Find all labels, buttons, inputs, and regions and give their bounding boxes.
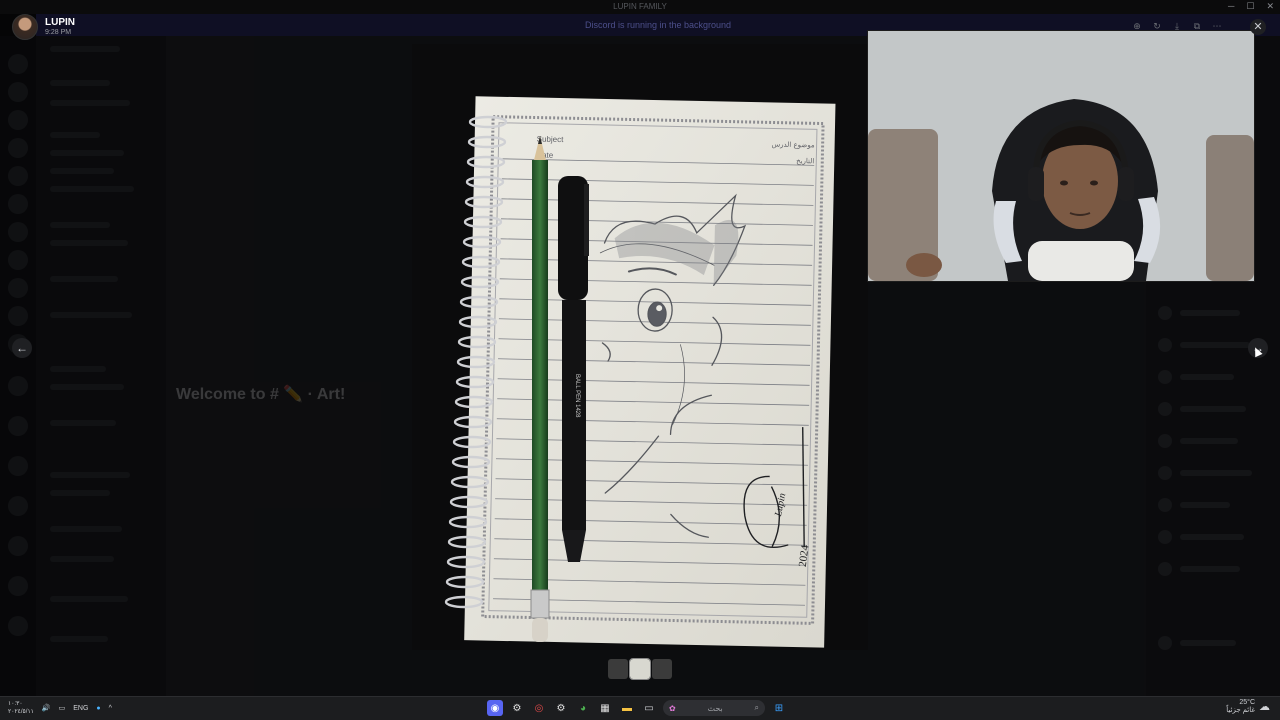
file-explorer-icon[interactable]: ▬ <box>619 700 635 716</box>
search-art-icon: ✿ <box>669 703 676 713</box>
weather-widget[interactable]: 25°C غائم جزئياً ☁ <box>1226 699 1270 714</box>
channel-list <box>36 36 166 696</box>
search-placeholder: بحث <box>707 703 723 713</box>
thumbnail-strip <box>608 658 672 680</box>
microphone-icon[interactable]: ● <box>96 705 100 712</box>
server-rail <box>0 36 36 696</box>
screen: Welcome to # ✏️ · Art! LUPIN FAMILY ─ ☐ … <box>0 0 1280 720</box>
pencil <box>530 136 550 642</box>
weather-desc: غائم جزئياً <box>1226 707 1255 714</box>
notice-text: Discord is running in the background <box>584 20 732 30</box>
webcam-overlay <box>867 30 1255 282</box>
close-viewer-button[interactable]: ✕ <box>1250 19 1266 35</box>
rotate-icon[interactable]: ↻ <box>1152 20 1162 32</box>
taskbar: ١٠:٣٠ ٢٠٢٤/٥/١١ 🔊 ▭ ENG ● ^ ◉ ⚙ ◎ ⚙ ◕ ▦ … <box>0 696 1280 720</box>
clock-time: ١٠:٣٠ <box>8 701 23 707</box>
pen-text: BALL PEN 1428 <box>574 374 580 418</box>
window-titlebar: LUPIN FAMILY ─ ☐ ✕ <box>0 0 1280 14</box>
search-icon: ⌕ <box>754 703 759 712</box>
minimize-icon[interactable]: ─ <box>1228 1 1234 12</box>
weather-icon: ☁ <box>1259 701 1270 713</box>
uploader-info: LUPIN 9:28 PM <box>12 14 75 40</box>
window-taskbar-icon[interactable]: ▭ <box>641 700 657 716</box>
avatar[interactable] <box>12 14 38 40</box>
discord-taskbar-icon[interactable]: ◉ <box>487 700 503 716</box>
webcam-feed <box>868 31 1254 281</box>
language-indicator[interactable]: ENG <box>73 705 88 712</box>
thumbnail[interactable] <box>652 659 672 679</box>
notebook-date-ar: التاريخ <box>796 157 814 165</box>
attachment-image[interactable]: Subject Date موضوع الدرس التاريخ <box>412 44 868 650</box>
volume-icon[interactable]: 🔊 <box>42 704 51 712</box>
welcome-heading: Welcome to # ✏️ · Art! <box>176 386 346 403</box>
app-taskbar-icon[interactable]: ◎ <box>531 700 547 716</box>
black-pen: BALL PEN 1428 <box>558 176 589 562</box>
viewer-toolbar: ⊕ ↻ ⤓ ⧉ ⋯ <box>1132 20 1222 32</box>
system-clock[interactable]: ١٠:٣٠ ٢٠٢٤/٥/١١ <box>8 700 34 716</box>
notebook-sketch-photo: Subject Date موضوع الدرس التاريخ <box>444 96 836 648</box>
steam-taskbar-icon[interactable]: ⚙ <box>553 700 569 716</box>
chrome-taskbar-icon[interactable]: ◕ <box>575 700 591 716</box>
weather-temp: 25°C <box>1239 699 1255 706</box>
maximize-icon[interactable]: ☐ <box>1246 1 1254 12</box>
open-external-icon[interactable]: ⧉ <box>1192 20 1202 32</box>
network-icon[interactable]: ▭ <box>59 704 66 712</box>
upload-time: 9:28 PM <box>45 29 72 36</box>
settings-taskbar-icon[interactable]: ⚙ <box>509 700 525 716</box>
window-title: LUPIN FAMILY <box>613 2 667 11</box>
more-icon[interactable]: ⋯ <box>1212 20 1222 32</box>
window-close-icon[interactable]: ✕ <box>1266 1 1274 12</box>
previous-image-button[interactable]: ← <box>12 338 32 358</box>
taskbar-search[interactable]: ✿ بحث ⌕ <box>663 700 765 716</box>
thumbnail[interactable] <box>608 659 628 679</box>
store-taskbar-icon[interactable]: ▦ <box>597 700 613 716</box>
notebook-subject-ar: موضوع الدرس <box>772 140 815 149</box>
uploader-name[interactable]: LUPIN <box>45 17 75 28</box>
zoom-in-icon[interactable]: ⊕ <box>1132 20 1142 32</box>
thumbnail-active[interactable] <box>629 658 651 680</box>
download-icon[interactable]: ⤓ <box>1172 20 1182 32</box>
clock-date: ٢٠٢٤/٥/١١ <box>8 709 34 715</box>
start-windows-icon[interactable]: ⊞ <box>771 700 787 716</box>
tray-expand-icon[interactable]: ^ <box>109 705 112 712</box>
